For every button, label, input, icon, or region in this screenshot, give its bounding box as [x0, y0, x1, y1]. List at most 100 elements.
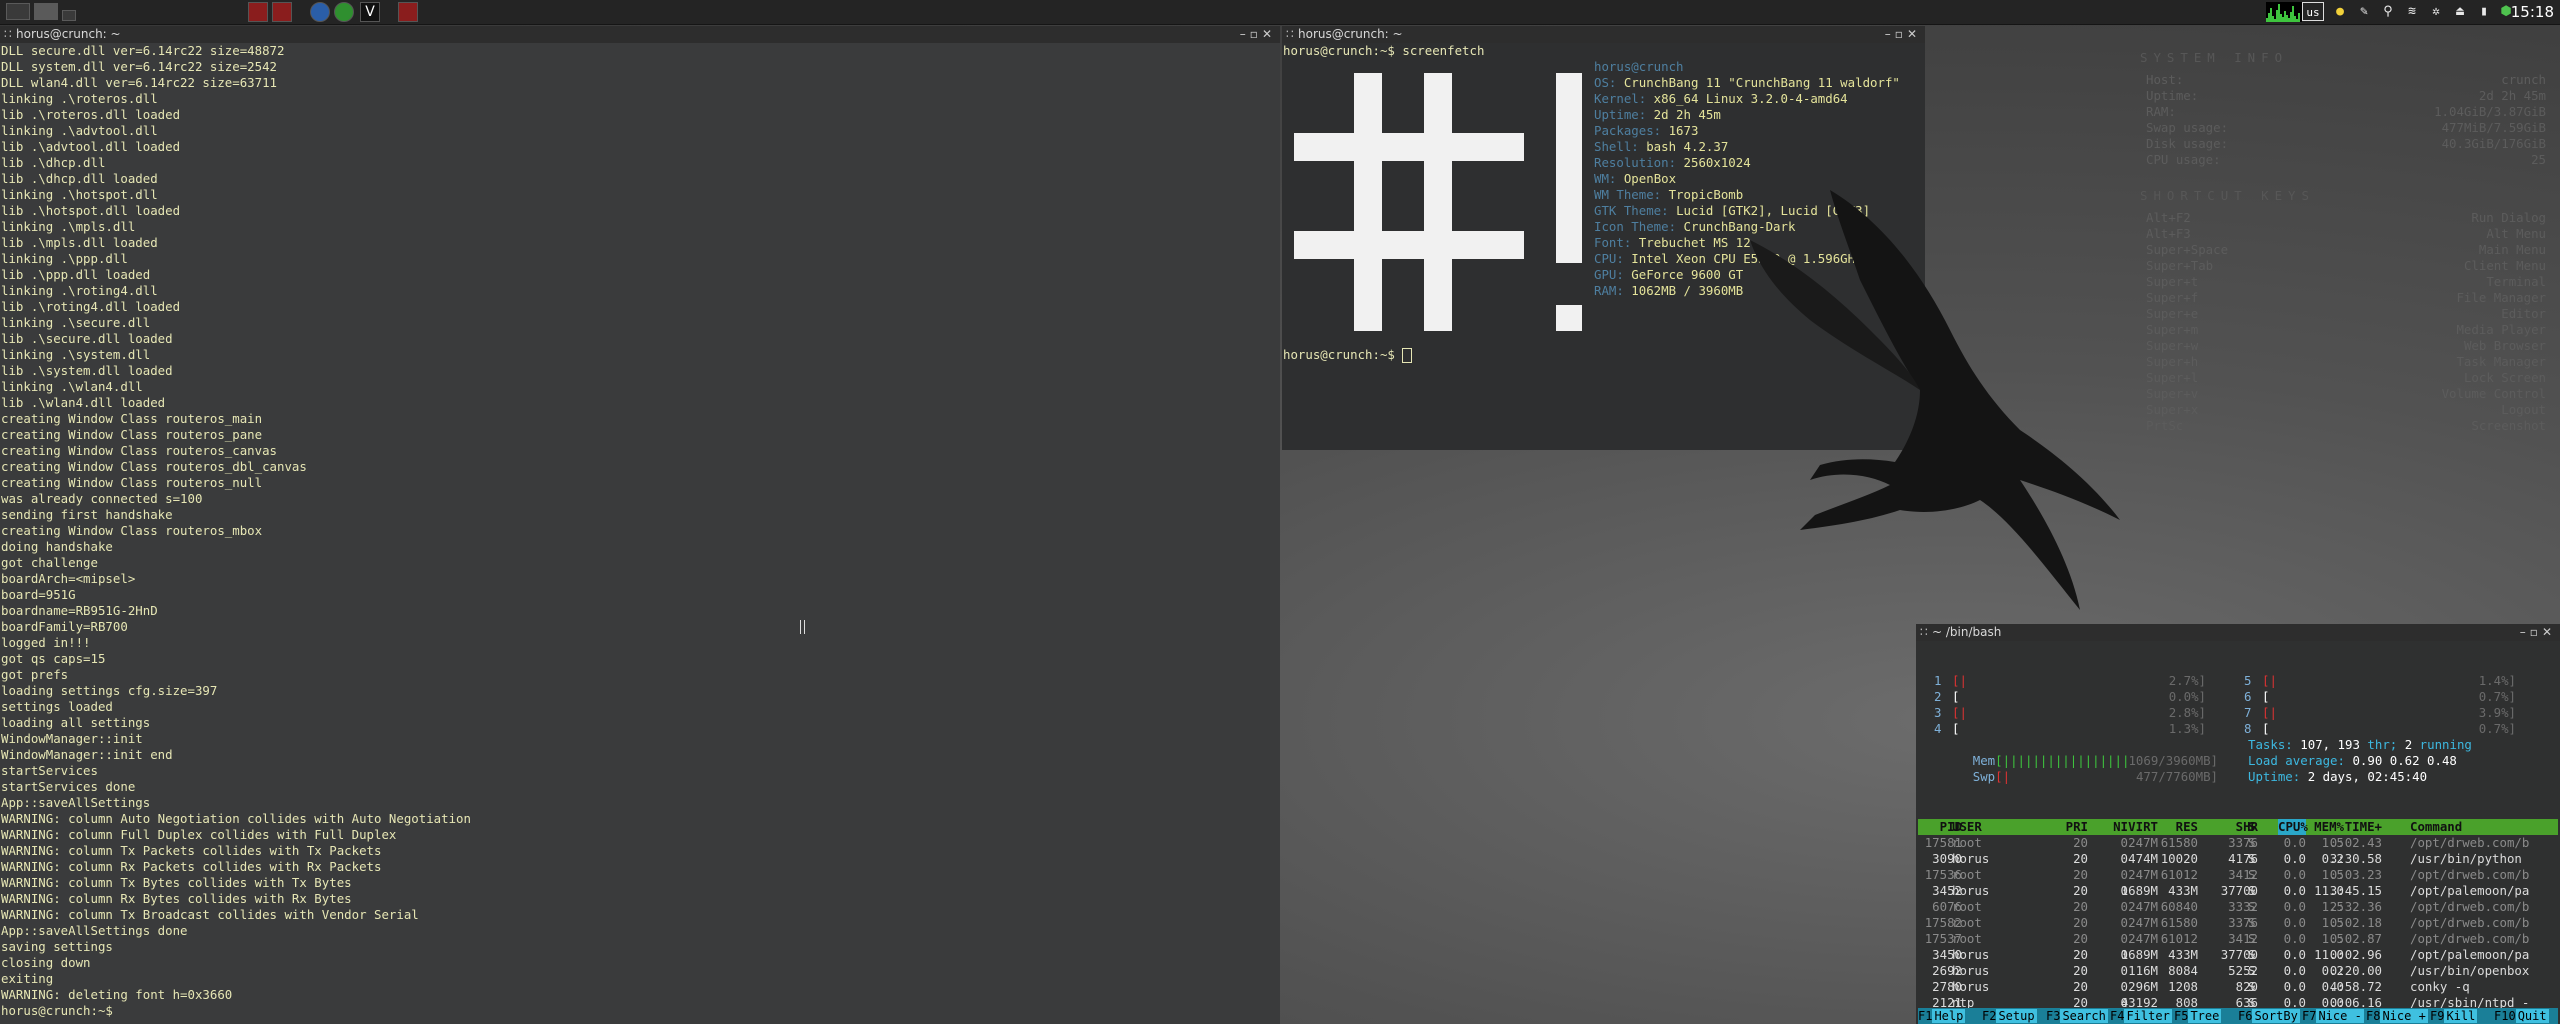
window-titlebar[interactable]: ∷ horus@crunch: ~ –▫✕ — [1282, 26, 1925, 44]
terminal-output[interactable]: DLL secure.dll ver=6.14rc22 size=48872 DL… — [0, 43, 1280, 1024]
function-key-label: F4 — [2110, 1009, 2125, 1023]
function-key-f8[interactable]: F8 Nice + — [2366, 1008, 2428, 1024]
cpu-meter: 2 [0.0%] — [1934, 689, 2206, 705]
function-key-f5[interactable]: F5 Tree — [2174, 1008, 2222, 1024]
minimize-button[interactable]: – — [1885, 27, 1895, 41]
task-terminal-icon[interactable] — [272, 2, 292, 22]
conky-value: Run Dialog — [2471, 210, 2546, 225]
process-row[interactable]: 17537 root 20 0 247M 61012 3412 S 0.0 1.5 0:02.87/… — [1918, 931, 2558, 947]
terminal-line: lib .\hotspot.dll loaded — [1, 203, 181, 218]
window-titlebar[interactable]: ∷ horus@crunch: ~ –▫✕ — [0, 26, 1280, 44]
column-header-cpu[interactable]: CPU% — [2278, 819, 2308, 835]
cpu-number: 8 — [2244, 721, 2252, 736]
cpu-number: 4 — [1934, 721, 1942, 736]
conky-label: Host: — [2146, 72, 2184, 87]
window-title: ~ /bin/bash — [1932, 625, 2002, 639]
cpu-number: 6 — [2244, 689, 2252, 704]
window-titlebar[interactable]: ∷ ~ /bin/bash –▫✕ — [1916, 624, 2560, 642]
workspace-3-button[interactable] — [62, 10, 76, 21]
process-row[interactable]: 17536 root 20 0 247M 61012 3412 S 0.0 1.5 0:03.23/… — [1918, 867, 2558, 883]
function-key-f2[interactable]: F2 Setup — [1982, 1008, 2037, 1024]
keyboard-layout-indicator[interactable]: us — [2302, 2, 2324, 21]
maximize-button[interactable]: ▫ — [2530, 625, 2542, 639]
task-terminal-icon[interactable] — [398, 2, 418, 22]
column-header-pri[interactable]: PRI — [2062, 819, 2088, 835]
function-key-f6[interactable]: F6 SortBy — [2238, 1008, 2300, 1024]
process-row[interactable]: 3450 horus 20 0 1689M 433M 37700 S 0.0 11.0 0:02.9… — [1918, 947, 2558, 963]
info-key: CPU: — [1594, 251, 1624, 266]
terminal-window-left[interactable]: ∷ horus@crunch: ~ –▫✕ DLL secure.dll ver… — [0, 26, 1280, 1024]
minimize-button[interactable]: – — [2520, 625, 2530, 639]
task-browser-icon[interactable] — [310, 2, 330, 22]
process-row[interactable]: 2780 horus 20 0 296M 1208 820 S 0.0 0.0 4:58.72 con… — [1918, 979, 2558, 995]
terminal-line: creating Window Class routeros_mbox — [1, 523, 263, 538]
process-cell: 20 — [2073, 851, 2088, 866]
terminal-line: got qs caps=15 — [1, 651, 106, 666]
fan-icon[interactable]: ✲ — [2426, 2, 2446, 22]
cpu-percent: 1.4%] — [2478, 673, 2516, 688]
close-button[interactable]: ✕ — [2542, 625, 2556, 639]
conky-value: 1.04GiB/3.87GiB — [2434, 104, 2546, 119]
task-terminal-icon[interactable] — [248, 2, 268, 22]
process-row[interactable]: 3090 horus 20 0 474M 10020 4176 S 0.0 0.2 3:30.58/… — [1918, 851, 2558, 867]
pen-icon[interactable]: ✎ — [2354, 2, 2374, 22]
conky-value: Media Player — [2456, 322, 2546, 337]
maximize-button[interactable]: ▫ — [1250, 27, 1262, 41]
conky-row: Super+t Terminal — [2140, 274, 2552, 290]
window-menu-icon[interactable]: ∷ — [4, 26, 12, 43]
conky-value: crunch — [2501, 72, 2546, 87]
maximize-button[interactable]: ▫ — [1895, 27, 1907, 41]
column-header-virt[interactable]: VIRT — [2116, 819, 2158, 835]
process-row[interactable]: 17581 root 20 0 247M 61580 3376 S 0.0 1.5 0:02.43/… — [1918, 835, 2558, 851]
task-chat-icon[interactable] — [334, 2, 354, 22]
function-key-label: F10 — [2494, 1009, 2516, 1023]
clock[interactable]: 15:18 — [2511, 0, 2554, 24]
process-row[interactable]: 6076 root 20 0 247M 60840 3332 S 0.0 1.5 2:32.36/o… — [1918, 899, 2558, 915]
minimize-button[interactable]: – — [1240, 27, 1250, 41]
workspace-1-button[interactable] — [6, 3, 30, 20]
process-row[interactable]: 3452 horus 20 0 1689M 433M 37700 S 0.0 11.0 3:45.1… — [1918, 883, 2558, 899]
process-row[interactable]: 17582 root 20 0 247M 61580 3376 S 0.0 1.5 0:02.18/… — [1918, 915, 2558, 931]
function-key-f4[interactable]: F4 Filter — [2110, 1008, 2172, 1024]
close-button[interactable]: ✕ — [1262, 27, 1276, 41]
eject-icon[interactable]: ⏏ — [2450, 2, 2470, 22]
terminal-line: linking .\ppp.dll — [1, 251, 128, 266]
process-row[interactable]: 2692 horus 20 0 116M 8084 5252 S 0.0 0.2 0:20.00/u… — [1918, 963, 2558, 979]
wifi-icon[interactable]: ≋ — [2402, 2, 2422, 22]
conky-value: 25 — [2531, 152, 2546, 167]
terminal-line: logged in!!! — [1, 635, 91, 650]
column-header-res[interactable]: RES — [2154, 819, 2198, 835]
info-key: Uptime: — [1594, 107, 1647, 122]
conky-label: CPU usage: — [2146, 152, 2221, 167]
memory-meter: Mem[||||||||||||||||| 1069/3960MB] — [1972, 753, 2218, 768]
window-menu-icon[interactable]: ∷ — [1286, 26, 1294, 43]
process-cell: 20 — [2073, 883, 2088, 898]
function-key-f7[interactable]: F7 Nice - — [2302, 1008, 2364, 1024]
terminal-line: linking .\system.dll — [1, 347, 151, 362]
htop-window[interactable]: ∷ ~ /bin/bash –▫✕ 1 [| 2.7%] 2 [0.0%] 3 [| 2.8%… — [1916, 624, 2560, 1024]
workspace-2-button[interactable] — [34, 3, 58, 20]
function-key-f3[interactable]: F3 Search — [2046, 1008, 2108, 1024]
task-vim-icon[interactable]: V — [360, 2, 380, 22]
terminal-line: WARNING: column Auto Negotiation collide… — [1, 811, 471, 826]
usb-icon[interactable]: ⚲ — [2378, 2, 2398, 22]
info-value: 2560x1024 — [1676, 155, 1751, 170]
function-key-bar: F1 Help F2 Setup F3 Search F4 Filter F5 Tree F6 Sor… — [1918, 1008, 2558, 1024]
bulb-icon[interactable]: ● — [2330, 2, 2350, 22]
window-menu-icon[interactable]: ∷ — [1920, 624, 1928, 641]
function-key-f9[interactable]: F9 Kill — [2430, 1008, 2478, 1024]
column-header-command[interactable]: Command — [2410, 819, 2462, 835]
process-table-header[interactable]: PID USER PRI NI VIRT RES SHR S CPU% MEM% TIME+ Comm… — [1918, 819, 2558, 835]
column-header-time[interactable]: TIME+ — [2322, 819, 2382, 835]
close-button[interactable]: ✕ — [1907, 27, 1921, 41]
column-header-s[interactable]: S — [2248, 819, 2255, 835]
process-cell: S — [2248, 883, 2256, 898]
info-value: x86_64 Linux 3.2.0-4-amd64 — [1646, 91, 1848, 106]
htop-output[interactable]: 1 [| 2.7%] 2 [0.0%] 3 [| 2.8%] 4 [1.3%] 5 [| 1.4%] 6 [… — [1916, 641, 2560, 1024]
cpu-bar: [ — [1952, 721, 1960, 736]
battery-icon[interactable]: ▮ — [2474, 2, 2494, 22]
function-key-f10[interactable]: F10 Quit — [2494, 1008, 2549, 1024]
conky-row: Super+e Editor — [2140, 306, 2552, 322]
function-key-f1[interactable]: F1 Help — [1918, 1008, 1966, 1024]
column-header-user[interactable]: USER — [1952, 819, 1982, 835]
